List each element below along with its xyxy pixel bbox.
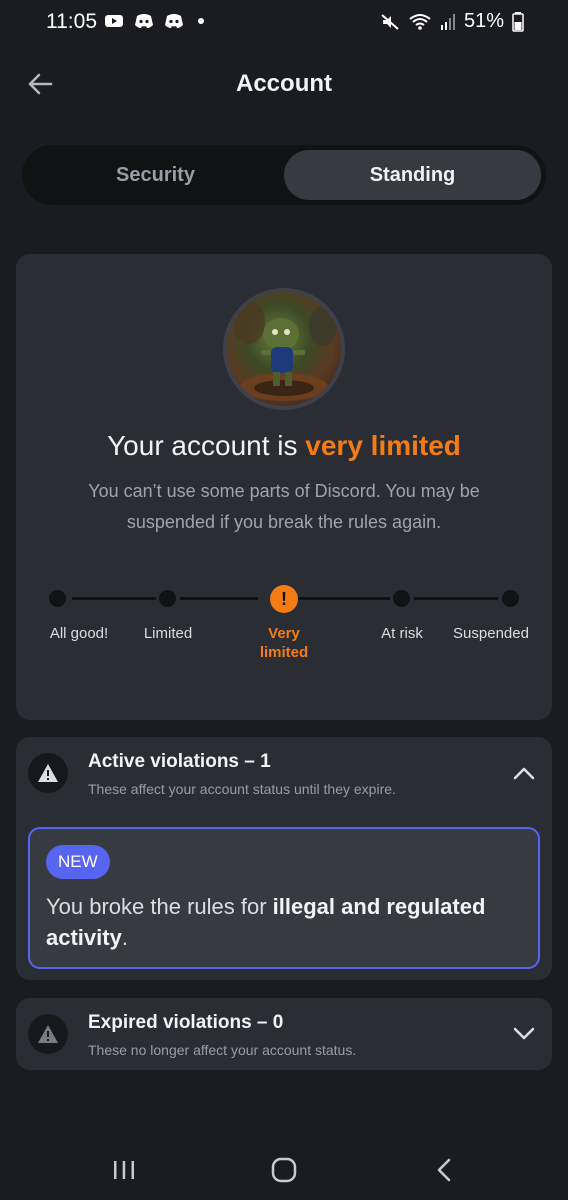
meter-node-limited [159, 590, 176, 607]
avatar-image [233, 300, 337, 401]
account-tabs: Security Standing [22, 145, 546, 205]
violation-card[interactable]: NEW You broke the rules for illegal and … [28, 827, 540, 969]
meter-track [72, 597, 156, 600]
app-header: Account [0, 52, 568, 116]
meter-track [298, 597, 390, 600]
level-label-suspended: Suspended [453, 625, 529, 642]
more-notifications-dot [198, 18, 204, 24]
youtube-icon [105, 15, 123, 27]
warning-icon: ! [270, 585, 298, 613]
battery-percent: 51% [463, 10, 504, 32]
expand-button[interactable] [510, 1020, 538, 1048]
account-standing-card: Your account is very limited You can’t u… [16, 254, 552, 720]
discord-icon [135, 14, 153, 28]
chevron-up-icon [513, 767, 535, 780]
meter-track [180, 597, 258, 600]
home-icon [271, 1157, 297, 1183]
system-icons: 51% [380, 10, 524, 33]
meter-node-suspended [502, 590, 519, 607]
standing-description: You can’t use some parts of Discord. You… [88, 481, 480, 532]
active-violations-title: Active violations – 1 [88, 751, 271, 772]
violation-text: You broke the rules for illegal and regu… [46, 891, 522, 953]
headline-status: very limited [305, 430, 461, 461]
meter-node-at-risk [393, 590, 410, 607]
status-bar: 11:05 51% [0, 0, 568, 46]
warning-icon [28, 753, 68, 793]
discord-icon [165, 14, 183, 28]
tab-standing[interactable]: Standing [284, 150, 541, 200]
level-label-very-limited: Very limited [259, 625, 309, 661]
meter-node-all-good [49, 590, 66, 607]
mute-icon [381, 13, 399, 30]
active-violations-section: Active violations – 1 These affect your … [16, 737, 552, 980]
warning-icon [28, 1014, 68, 1054]
page-title: Account [236, 70, 332, 97]
avatar [223, 288, 345, 410]
battery-icon [512, 11, 524, 32]
level-label-at-risk: At risk [381, 625, 423, 642]
signal-icon [440, 13, 455, 30]
expired-violations-title: Expired violations – 0 [88, 1012, 284, 1033]
expired-violations-section[interactable]: Expired violations – 0 These no longer a… [16, 998, 552, 1070]
new-badge: NEW [46, 845, 110, 879]
violation-text-prefix: You broke the rules for [46, 894, 273, 919]
active-violations-subtitle: These affect your account status until t… [88, 781, 396, 797]
chevron-left-icon [437, 1158, 451, 1182]
home-button[interactable] [264, 1154, 304, 1186]
violation-text-suffix: . [121, 925, 128, 950]
wifi-icon [409, 13, 431, 30]
standing-headline: Your account is very limited [16, 430, 552, 462]
notification-icons [104, 12, 204, 30]
tab-security[interactable]: Security [27, 150, 284, 200]
system-nav-bar [0, 1140, 568, 1200]
level-label-limited: Limited [143, 625, 193, 642]
level-label-all-good: All good! [49, 625, 109, 642]
recents-icon [114, 1161, 134, 1179]
chevron-down-icon [513, 1027, 535, 1040]
system-back-button[interactable] [424, 1154, 464, 1186]
headline-prefix: Your account is [107, 430, 306, 461]
collapse-button[interactable] [510, 759, 538, 787]
status-time: 11:05 [46, 10, 97, 33]
expired-violations-subtitle: These no longer affect your account stat… [88, 1042, 357, 1058]
recent-apps-button[interactable] [104, 1154, 144, 1186]
meter-track [414, 597, 498, 600]
